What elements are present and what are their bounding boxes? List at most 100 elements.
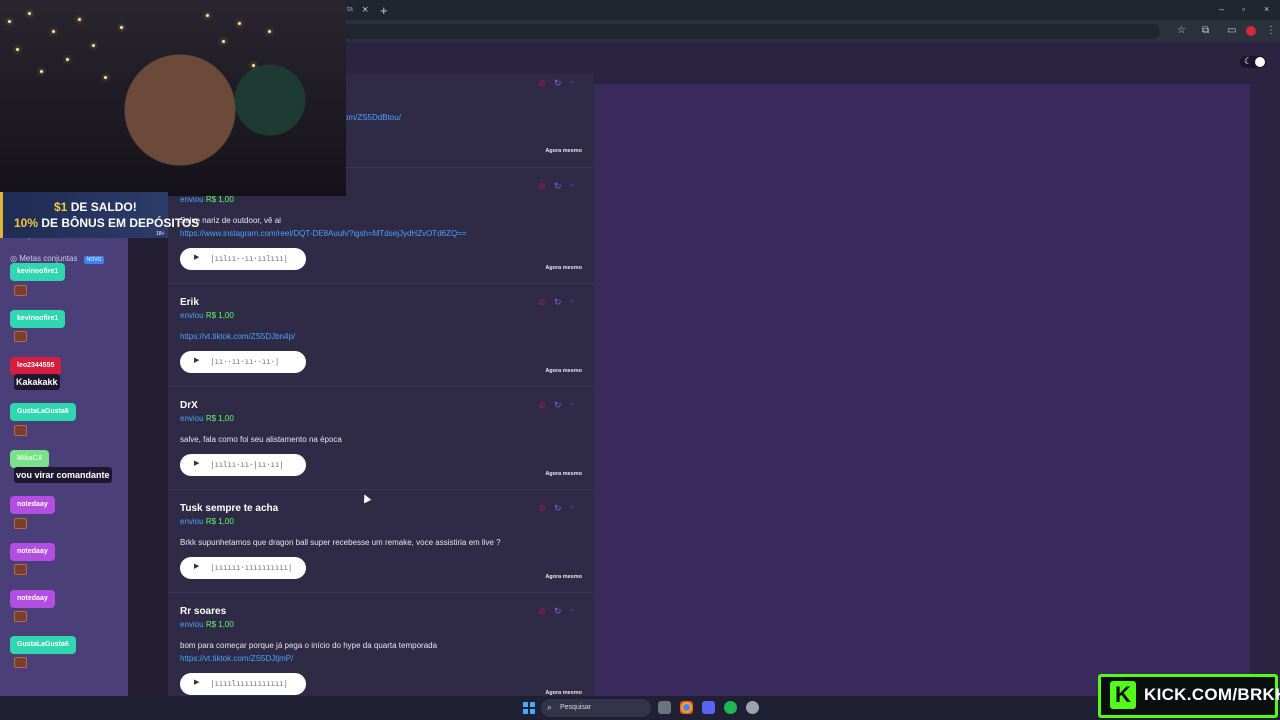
- waveform: |ıııııı·ıııııııııı|: [210, 563, 293, 572]
- string-light: [92, 44, 95, 47]
- string-light: [104, 76, 107, 79]
- donation-time: Agora mesmo: [545, 265, 582, 271]
- donation-card: Rr soares ⊘ ↻ » enviou R$ 1,00 bom para …: [168, 593, 594, 696]
- taskbar-search[interactable]: [541, 699, 651, 717]
- audio-player[interactable]: ▶ |ıılıı··ıı·ıılııı|: [180, 248, 306, 270]
- block-icon[interactable]: ⊘: [538, 297, 546, 308]
- replay-icon[interactable]: ↻: [554, 181, 562, 192]
- string-light: [268, 30, 271, 33]
- block-icon[interactable]: ⊘: [538, 606, 546, 617]
- block-icon[interactable]: ⊘: [538, 503, 546, 514]
- toggle-knob: [1255, 57, 1265, 67]
- donor-name: Erik: [180, 297, 199, 308]
- chat-username: notedaay: [10, 543, 55, 561]
- audio-player[interactable]: ▶ |ıılıı·ıı·|ıı·ıı|: [180, 454, 306, 476]
- donation-link[interactable]: https://vt.tiktok.com/ZS5DJbn4p/: [180, 332, 295, 341]
- kick-url: KICK.COM/BRKK: [1144, 685, 1280, 704]
- star-icon[interactable]: ☆: [1177, 25, 1186, 36]
- url-field[interactable]: [340, 24, 1160, 39]
- donation-sent: enviou R$ 1,00: [180, 311, 234, 320]
- donation-link[interactable]: om/ZS5DdBtou/: [344, 113, 401, 122]
- play-icon[interactable]: ▶: [194, 459, 199, 467]
- age-rating: 18+: [156, 231, 165, 237]
- chat-emote-icon: [14, 331, 27, 342]
- profile-icon[interactable]: [1246, 26, 1256, 36]
- spotify-icon[interactable]: [724, 701, 737, 714]
- audio-player[interactable]: ▶ |ıııııı·ıııııııııı|: [180, 557, 306, 579]
- replay-icon[interactable]: ↻: [554, 297, 562, 308]
- new-tab-button[interactable]: +: [380, 3, 388, 18]
- cast-icon[interactable]: ▭: [1227, 25, 1236, 36]
- skip-icon[interactable]: »: [570, 79, 574, 86]
- block-icon[interactable]: ⊘: [538, 78, 546, 89]
- replay-icon[interactable]: ↻: [554, 606, 562, 617]
- string-light: [120, 26, 123, 29]
- kick-logo-icon: K: [1110, 681, 1136, 709]
- play-icon[interactable]: ▶: [194, 678, 199, 686]
- donation-time: Agora mesmo: [545, 574, 582, 580]
- chat-username: MikaCX: [10, 450, 50, 468]
- skip-icon[interactable]: »: [570, 298, 574, 305]
- chat-emote-icon: [14, 425, 27, 436]
- windows-start-icon[interactable]: [523, 702, 535, 714]
- minimize-icon[interactable]: –: [1219, 4, 1224, 14]
- promo-line-1: $1 DE SALDO!: [54, 200, 137, 214]
- donation-message: bom para começar porque já pega o início…: [180, 641, 438, 650]
- audio-player[interactable]: ▶ |ıııılııııııııııı|: [180, 673, 306, 695]
- skip-icon[interactable]: »: [570, 401, 574, 408]
- extensions-icon[interactable]: ⧉: [1202, 25, 1209, 36]
- donor-name: DrX: [180, 400, 198, 411]
- discord-icon[interactable]: [702, 701, 715, 714]
- donation-amount: R$ 1,00: [205, 517, 234, 526]
- tab-title[interactable]: ta: [347, 6, 353, 13]
- play-icon[interactable]: ▶: [194, 562, 199, 570]
- theme-toggle[interactable]: ☾: [1240, 56, 1266, 68]
- donation-amount: R$ 1,00: [205, 414, 234, 423]
- chat-username: notedaay: [10, 496, 55, 514]
- chat-username: GustaLaGusta6: [10, 403, 76, 421]
- donation-link[interactable]: https://vt.tiktok.com/ZS5DJtjmP/: [180, 654, 293, 663]
- donation-card: DrX ⊘ ↻ » enviou R$ 1,00 salve, fala com…: [168, 387, 594, 490]
- skip-icon[interactable]: »: [570, 607, 574, 614]
- donation-message: salve, fala como foi seu alistamento na …: [180, 435, 342, 444]
- audio-player[interactable]: ▶ |ıı··ıı·ıı··ıı·|: [180, 351, 306, 373]
- string-light: [28, 12, 31, 15]
- play-icon[interactable]: ▶: [194, 356, 199, 364]
- string-light: [52, 30, 55, 33]
- skip-icon[interactable]: »: [570, 504, 574, 511]
- donation-link[interactable]: https://www.instagram.com/reel/DQT-DE8Au…: [180, 229, 467, 238]
- right-panel: [594, 84, 1250, 696]
- target-icon: ◎: [10, 254, 17, 263]
- chat-message: vou virar comandante: [14, 467, 112, 483]
- replay-icon[interactable]: ↻: [554, 503, 562, 514]
- waveform: |ıılıı··ıı·ıılııı|: [210, 254, 288, 263]
- menu-icon[interactable]: ⋮: [1266, 25, 1276, 36]
- donation-amount: R$ 1,00: [205, 311, 234, 320]
- chrome-icon[interactable]: [680, 701, 693, 714]
- tab-close-icon[interactable]: ×: [362, 4, 368, 16]
- sidebar-item-label: Metas conjuntas: [19, 254, 78, 263]
- file-explorer-icon[interactable]: [658, 701, 671, 714]
- donation-time: Agora mesmo: [545, 368, 582, 374]
- replay-icon[interactable]: ↻: [554, 78, 562, 89]
- maximize-icon[interactable]: ▫: [1242, 4, 1245, 14]
- string-light: [238, 22, 241, 25]
- chat-emote-icon: [14, 564, 27, 575]
- donation-message: Brkk supunhetamos que dragon ball super …: [180, 538, 501, 547]
- donation-card: Erik ⊘ ↻ » enviou R$ 1,00 https://vt.tik…: [168, 284, 594, 387]
- donation-time: Agora mesmo: [545, 471, 582, 477]
- sidebar-gutter: [128, 200, 168, 696]
- close-window-icon[interactable]: ×: [1264, 4, 1269, 14]
- block-icon[interactable]: ⊘: [538, 400, 546, 411]
- replay-icon[interactable]: ↻: [554, 400, 562, 411]
- block-icon[interactable]: ⊘: [538, 181, 546, 192]
- skip-icon[interactable]: »: [570, 182, 574, 189]
- string-light: [40, 70, 43, 73]
- chat-message: Kakakakk: [14, 374, 60, 390]
- chat-emote-icon: [14, 518, 27, 529]
- donation-sent: enviou R$ 1,00: [180, 414, 234, 423]
- chat-username: kevinoofire1: [10, 263, 66, 281]
- new-badge: NOVO: [83, 256, 105, 264]
- settings-icon[interactable]: [746, 701, 759, 714]
- play-icon[interactable]: ▶: [194, 253, 199, 261]
